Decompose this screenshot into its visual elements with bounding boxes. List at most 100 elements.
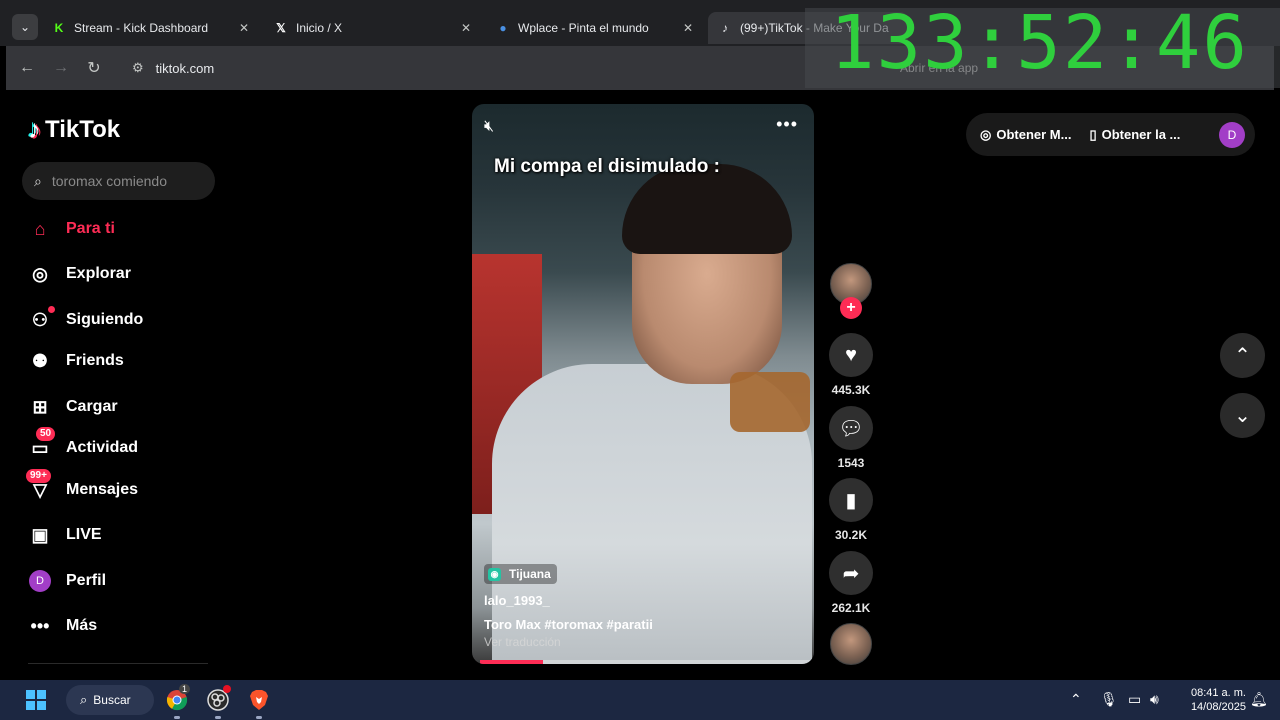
comment-button[interactable]: 💬︎ [829, 406, 873, 450]
tab-title: Stream - Kick Dashboard [74, 21, 209, 35]
sidebar-item-mas[interactable]: ••• Más [28, 611, 98, 641]
video-author[interactable]: lalo_1993_ [484, 593, 550, 608]
tab-title: Inicio / X [296, 21, 343, 35]
video-description: Toro Max #toromax #paratii [484, 617, 653, 632]
obs-icon[interactable] [206, 685, 231, 712]
search-icon: ⌕ [80, 692, 88, 707]
tab-wplace[interactable]: ● Wplace - Pinta el mundo ✕ [486, 12, 706, 44]
get-app-button[interactable]: ▯ Obtener la ... [1089, 127, 1180, 143]
address-bar[interactable]: ⚙ tiktok.com [120, 52, 820, 84]
mute-icon[interactable]: 🔇︎ [484, 118, 494, 136]
share-button[interactable]: ➦ [829, 551, 873, 595]
clock-time: 08:41 a. m. [1190, 687, 1246, 699]
close-icon[interactable]: ✕ [458, 21, 474, 35]
save-button[interactable]: ▮ [829, 478, 873, 522]
notification-icon[interactable]: 🔔︎ [1250, 691, 1268, 708]
taskbar-search[interactable]: ⌕ Buscar [66, 685, 154, 715]
microphone-icon[interactable]: 🎙︎ [1100, 691, 1118, 708]
system-clock[interactable]: 08:41 a. m. 14/08/2025 [1176, 686, 1246, 714]
previous-video-button[interactable]: ⌃ [1220, 333, 1265, 378]
sidebar-item-mensajes[interactable]: ▽ 99+ Mensajes [26, 469, 139, 505]
app-running-indicator [174, 716, 180, 719]
video-frame-object [730, 372, 810, 432]
search-icon[interactable]: ⌕ [34, 173, 42, 190]
like-count: 445.3K [831, 383, 871, 397]
sidebar-item-actividad[interactable]: ▭ 50 Actividad [28, 427, 138, 463]
taskbar: ⌕ Buscar 1 ⌃ 🎙︎ ▭ 🔊︎ 08:41 a. m. 14/08/2… [0, 680, 1280, 720]
sidebar: ♪ TikTok ⌕ ⌂ Para ti ◎ Explorar ⚇ Siguie… [6, 90, 236, 680]
video-progress-fill [480, 660, 543, 664]
next-video-button[interactable]: ⌄ [1220, 393, 1265, 438]
chrome-badge: 1 [179, 684, 191, 694]
sidebar-item-perfil[interactable]: D Perfil [28, 566, 106, 596]
upload-icon: ⊞ [32, 396, 48, 417]
chrome-icon[interactable]: 1 [165, 684, 191, 712]
sidebar-item-siguiendo[interactable]: ⚇ Siguiendo [28, 305, 143, 335]
sidebar-item-label: Para ti [66, 220, 115, 237]
volume-icon[interactable]: 🔊︎ [1150, 691, 1159, 708]
sidebar-item-label: Mensajes [66, 481, 139, 498]
phone-icon: ▯ [1089, 126, 1097, 142]
more-options-icon[interactable]: ••• [776, 114, 798, 135]
tiktok-icon: ♪ [28, 114, 41, 144]
sidebar-item-label: LIVE [66, 526, 102, 543]
tiktok-icon: ♪ [722, 21, 728, 35]
location-pin-icon: ◉ [488, 567, 501, 581]
comment-count: 1543 [837, 456, 865, 470]
heart-icon: ♥ [845, 343, 857, 366]
kick-icon: K [54, 21, 64, 35]
sidebar-item-cargar[interactable]: ⊞ Cargar [28, 392, 117, 422]
tab-search-button[interactable]: ⌄ [12, 14, 38, 40]
location-label: Tijuana [509, 567, 551, 581]
close-icon[interactable]: ✕ [680, 21, 696, 35]
messages-badge: 99+ [26, 469, 51, 483]
live-icon: ▣ [31, 524, 49, 545]
tiktok-logo[interactable]: ♪ TikTok [28, 114, 120, 145]
top-actions-bar: ◎ Obtener M... ▯ Obtener la ... D [966, 113, 1255, 156]
see-translation-link[interactable]: Ver traducción [484, 635, 561, 649]
video-caption-overlay: Mi compa el disimulado : [494, 156, 720, 177]
avatar: D [29, 570, 51, 592]
divider [28, 663, 208, 664]
brave-logo [250, 690, 268, 710]
sidebar-item-label: Friends [66, 352, 124, 369]
like-button[interactable]: ♥ [829, 333, 873, 377]
network-icon[interactable]: ▭ [1128, 691, 1141, 708]
back-icon[interactable]: ← [16, 57, 38, 79]
sidebar-item-friends[interactable]: ⚉ Friends [28, 346, 124, 376]
stream-timer: 133:52:46 [830, 0, 1249, 86]
site-info-icon[interactable]: ⚙ [132, 60, 144, 76]
windows-start-icon[interactable] [26, 690, 46, 710]
sidebar-item-live[interactable]: ▣ LIVE [28, 520, 102, 550]
tab-kick[interactable]: K Stream - Kick Dashboard ✕ [42, 12, 262, 44]
video-player[interactable]: 🔇︎ ••• Mi compa el disimulado : ◉ Tijuan… [472, 104, 814, 664]
globe-icon: ● [499, 21, 507, 35]
chevron-down-icon: ⌄ [1234, 405, 1251, 427]
messages-icon: ▽ 99+ [26, 469, 52, 502]
recording-dot [223, 685, 231, 693]
chevron-up-icon[interactable]: ⌃ [1070, 691, 1082, 708]
user-avatar[interactable]: D [1219, 121, 1245, 148]
forward-icon[interactable]: → [50, 57, 72, 79]
sound-avatar[interactable] [830, 623, 872, 665]
brave-icon[interactable] [247, 688, 271, 712]
following-icon: ⚇ [28, 306, 55, 332]
follow-button[interactable]: + [840, 297, 862, 319]
sidebar-item-explorar[interactable]: ◎ Explorar [28, 259, 131, 289]
video-progress-bar[interactable] [480, 660, 810, 664]
friends-icon: ⚉ [31, 350, 49, 371]
sidebar-item-label: Más [66, 617, 98, 634]
tab-x[interactable]: 𝕏 Inicio / X ✕ [264, 12, 484, 44]
get-coins-label: Obtener M... [996, 127, 1072, 142]
clock-date: 14/08/2025 [1190, 701, 1246, 713]
location-tag[interactable]: ◉ Tijuana [484, 564, 557, 584]
close-icon[interactable]: ✕ [236, 21, 252, 35]
x-icon: 𝕏 [276, 21, 286, 35]
sidebar-item-para-ti[interactable]: ⌂ Para ti [28, 214, 115, 244]
reload-icon[interactable]: ↻ [83, 57, 105, 79]
compass-icon: ◎ [32, 263, 48, 284]
search-input[interactable] [51, 173, 202, 189]
sidebar-item-label: Siguiendo [66, 311, 144, 328]
get-coins-button[interactable]: ◎ Obtener M... [980, 127, 1071, 143]
tab-title: Wplace - Pinta el mundo [518, 21, 649, 35]
